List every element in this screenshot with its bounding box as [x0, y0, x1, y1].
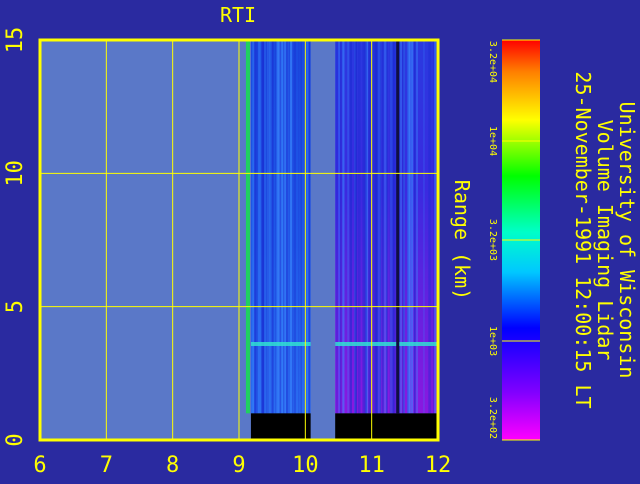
- data-streak: [389, 40, 391, 414]
- y-tick-label: 0: [3, 433, 28, 446]
- ground-no-data-1: [250, 413, 311, 440]
- data-streak: [349, 40, 352, 414]
- y-tick-label: 15: [3, 27, 28, 54]
- y-axis-label: Range (km): [450, 180, 474, 300]
- segment-edge-line: [245, 40, 250, 414]
- data-streak: [298, 40, 300, 414]
- data-streak: [275, 40, 277, 414]
- colorbar-tick-label: 1e+03: [487, 326, 498, 356]
- data-streak: [339, 40, 342, 414]
- x-tick-label: 9: [232, 453, 245, 478]
- data-streak: [432, 40, 435, 414]
- data-streak: [413, 40, 416, 414]
- data-streak: [283, 40, 287, 414]
- y-tick-label: 5: [3, 300, 28, 313]
- data-streak: [410, 40, 414, 414]
- data-streak: [383, 40, 385, 414]
- data-streak: [342, 40, 345, 414]
- data-streak: [336, 40, 338, 414]
- colorbar-tick-label: 3.2e+04: [487, 41, 498, 83]
- data-streak: [293, 40, 297, 414]
- boundary-layer-1: [250, 342, 311, 346]
- data-streak: [402, 40, 404, 414]
- x-tick-label: 10: [292, 453, 319, 478]
- institution-label: University of Wisconsin: [615, 102, 639, 379]
- ground-no-data-2: [335, 413, 438, 440]
- data-streak: [288, 40, 290, 414]
- colorbar-tick-label: 3.2e+03: [487, 219, 498, 261]
- x-tick-label: 7: [100, 453, 113, 478]
- timestamp-label: 25-November-1991 12:00:15 LT: [571, 71, 595, 408]
- data-streak: [252, 40, 254, 414]
- data-streak: [407, 40, 409, 414]
- data-streak: [338, 40, 340, 414]
- data-streak: [381, 40, 385, 414]
- instrument-label: Volume Imaging Lidar: [593, 120, 617, 361]
- x-tick-label: 6: [33, 453, 46, 478]
- data-streak: [270, 40, 272, 414]
- dropout-line: [396, 40, 400, 414]
- data-streak: [357, 40, 361, 414]
- data-streak: [290, 40, 292, 414]
- data-streak: [347, 40, 350, 414]
- data-streak: [386, 40, 388, 414]
- x-axis-ticks: 6 7 8 9 10 11 12: [33, 453, 451, 478]
- data-streak: [271, 40, 274, 414]
- data-segments: [245, 40, 440, 440]
- data-streak: [365, 40, 367, 414]
- boundary-layer-2: [335, 342, 438, 346]
- data-streak: [368, 40, 371, 414]
- data-streak: [354, 40, 357, 414]
- chart-title: RTI: [220, 3, 256, 27]
- data-streak: [278, 40, 281, 414]
- data-streak: [261, 40, 265, 414]
- data-streak: [434, 40, 436, 414]
- data-streak: [377, 40, 381, 414]
- colorbar-tick-label: 3.2e+02: [487, 397, 498, 439]
- data-streak: [428, 40, 432, 414]
- data-streak: [390, 40, 394, 414]
- rti-chart: RTI 6 7 8 9 10 11 12 0 5 10 15 Range (km) 3.2e+04…: [3, 3, 639, 478]
- data-streak: [423, 40, 425, 414]
- x-tick-label: 8: [166, 453, 179, 478]
- data-streak: [258, 40, 261, 414]
- data-streak: [308, 40, 311, 414]
- data-streak: [254, 40, 256, 414]
- y-axis-ticks: 0 5 10 15: [3, 27, 28, 447]
- data-streak: [373, 40, 376, 414]
- x-tick-label: 12: [425, 453, 452, 478]
- y-tick-label: 10: [3, 160, 28, 187]
- data-streak: [255, 40, 259, 414]
- colorbar-tick-label: 1e+04: [487, 126, 498, 156]
- data-streak: [416, 40, 418, 414]
- rti-display: RTI 6 7 8 9 10 11 12 0 5 10 15 Range (km) 3.2e+04…: [0, 0, 640, 480]
- x-tick-label: 11: [358, 453, 385, 478]
- data-streak: [300, 40, 302, 414]
